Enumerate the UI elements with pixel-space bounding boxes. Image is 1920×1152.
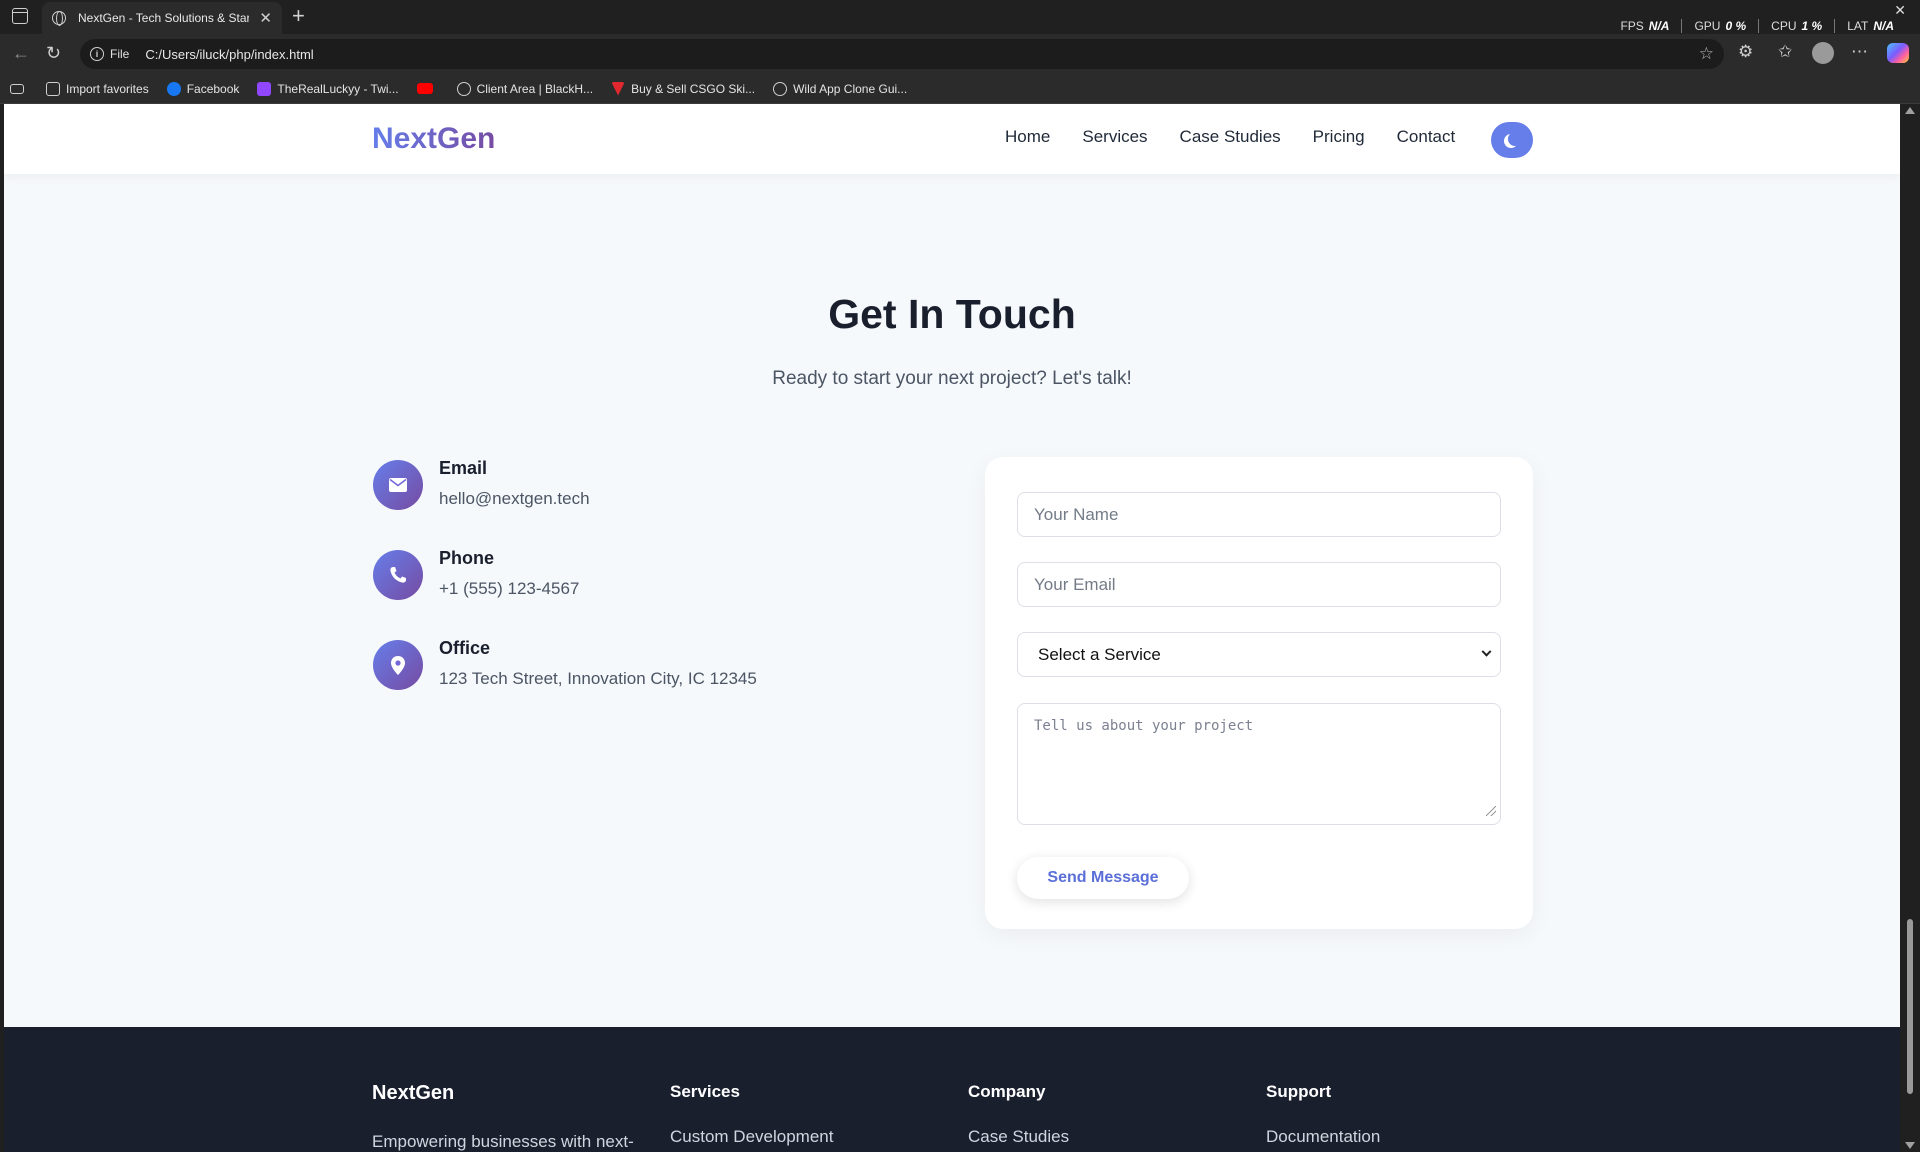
- scroll-thumb[interactable]: [1907, 919, 1913, 1094]
- main-nav: Home Services Case Studies Pricing Conta…: [1005, 127, 1487, 147]
- perf-cpu: CPU 1 %: [1758, 19, 1834, 33]
- nav-home[interactable]: Home: [1005, 127, 1050, 147]
- openai-icon: [773, 81, 788, 96]
- skinport-icon: [611, 81, 626, 96]
- url-text[interactable]: C:/Users/iluck/php/index.html: [145, 47, 313, 62]
- theme-toggle-button[interactable]: [1491, 122, 1533, 158]
- nav-contact[interactable]: Contact: [1397, 127, 1456, 147]
- address-scheme: File: [110, 47, 130, 61]
- nav-services[interactable]: Services: [1082, 127, 1147, 147]
- scroll-up-icon[interactable]: [1905, 107, 1915, 114]
- close-tab-icon[interactable]: ✕: [259, 9, 272, 27]
- reload-icon[interactable]: ↻: [46, 43, 61, 64]
- more-menu-icon[interactable]: ⋯: [1851, 42, 1868, 62]
- nav-pricing[interactable]: Pricing: [1313, 127, 1365, 147]
- footer-brand-column: NextGen Empowering businesses with next-: [372, 1082, 634, 1152]
- contact-form-card: Select a Service Send Message: [985, 457, 1533, 929]
- extensions-icon[interactable]: ⚙: [1738, 42, 1753, 62]
- reading-list-icon[interactable]: [10, 83, 30, 94]
- perf-gpu: GPU 0 %: [1681, 19, 1758, 33]
- copilot-icon[interactable]: [1887, 43, 1909, 63]
- bookmark-import-favorites[interactable]: Import favorites: [46, 81, 149, 96]
- bookmark-youtube[interactable]: [416, 83, 439, 94]
- new-tab-icon[interactable]: +: [292, 3, 305, 29]
- browser-tab-bar: NextGen - Tech Solutions & Startups ✕ + …: [0, 0, 1920, 34]
- perf-lat: LAT N/A: [1834, 19, 1906, 33]
- favorite-star-icon[interactable]: ☆: [1699, 44, 1714, 64]
- info-icon[interactable]: i: [90, 47, 104, 61]
- facebook-icon: [166, 81, 181, 96]
- tab-actions-icon[interactable]: [12, 8, 28, 24]
- site-logo[interactable]: NextGen: [372, 122, 495, 156]
- footer-brand: NextGen: [372, 1082, 455, 1104]
- footer-company-column: Company Case Studies: [968, 1082, 1069, 1147]
- phone-icon: [373, 550, 423, 600]
- send-message-button[interactable]: Send Message: [1017, 857, 1189, 899]
- contact-office-value: 123 Tech Street, Innovation City, IC 123…: [439, 669, 757, 688]
- address-bar[interactable]: i File C:/Users/iluck/php/index.html ☆: [80, 39, 1724, 69]
- footer-heading: Services: [670, 1082, 740, 1101]
- footer-description: Empowering businesses with next-: [372, 1132, 634, 1151]
- page-viewport: NextGen Home Services Case Studies Prici…: [4, 104, 1900, 1152]
- globe-icon: [52, 11, 66, 26]
- twitch-icon: [257, 81, 272, 96]
- site-header: NextGen Home Services Case Studies Prici…: [4, 104, 1900, 174]
- browser-tab[interactable]: NextGen - Tech Solutions & Startups ✕: [42, 2, 282, 34]
- contact-item-office: Office 123 Tech Street, Innovation City,…: [373, 638, 757, 690]
- contact-item-phone: Phone +1 (555) 123-4567: [373, 548, 580, 600]
- bookmark-client-area[interactable]: Client Area | BlackH...: [456, 81, 593, 96]
- footer-support-column: Support Documentation: [1266, 1082, 1380, 1147]
- browser-toolbar: ← ↻ i File C:/Users/iluck/php/index.html…: [0, 34, 1920, 74]
- bookmark-wild-app[interactable]: Wild App Clone Gui...: [773, 81, 907, 96]
- bookmarks-bar: Import favorites Facebook TheRealLuckyy …: [0, 74, 1920, 104]
- contact-label: Email: [439, 458, 488, 478]
- bookmark-twitch[interactable]: TheRealLuckyy - Twi...: [257, 81, 399, 96]
- message-textarea[interactable]: [1017, 703, 1501, 825]
- footer-link[interactable]: Case Studies: [968, 1127, 1069, 1147]
- window-close-icon[interactable]: ✕: [1894, 2, 1906, 19]
- footer-heading: Support: [1266, 1082, 1332, 1101]
- bookmark-csgo-skins[interactable]: Buy & Sell CSGO Ski...: [611, 81, 755, 96]
- moon-icon: [1508, 132, 1522, 146]
- service-select-value: Select a Service: [1038, 644, 1161, 664]
- tab-title: NextGen - Tech Solutions & Startups: [78, 11, 250, 25]
- site-footer: NextGen Empowering businesses with next-…: [4, 1027, 1900, 1152]
- contact-phone-value: +1 (555) 123-4567: [439, 579, 580, 598]
- contact-label: Office: [439, 638, 491, 658]
- contact-label: Phone: [439, 548, 495, 568]
- import-icon: [46, 81, 60, 96]
- name-input[interactable]: [1017, 492, 1501, 537]
- bookmark-facebook[interactable]: Facebook: [166, 81, 239, 96]
- envelope-icon: [373, 460, 423, 510]
- scroll-down-icon[interactable]: [1905, 1142, 1915, 1149]
- globe-icon: [456, 81, 471, 96]
- email-input[interactable]: [1017, 562, 1501, 607]
- footer-link[interactable]: Documentation: [1266, 1127, 1380, 1147]
- page-scrollbar[interactable]: [1900, 104, 1920, 1152]
- nav-case-studies[interactable]: Case Studies: [1180, 127, 1281, 147]
- performance-overlay: FPS N/A GPU 0 % CPU 1 % LAT N/A: [1608, 19, 1906, 33]
- chevron-down-icon: [1481, 646, 1492, 657]
- resize-handle-icon[interactable]: [1486, 806, 1496, 816]
- profile-avatar-icon[interactable]: [1812, 42, 1834, 64]
- contact-subtitle: Ready to start your next project? Let's …: [772, 368, 1132, 389]
- favorites-icon[interactable]: ✩: [1778, 42, 1792, 62]
- footer-link[interactable]: Custom Development: [670, 1127, 833, 1147]
- contact-title: Get In Touch: [828, 291, 1076, 337]
- footer-heading: Company: [968, 1082, 1046, 1101]
- footer-services-column: Services Custom Development: [670, 1082, 833, 1147]
- perf-fps: FPS N/A: [1620, 19, 1670, 33]
- youtube-icon: [416, 83, 433, 94]
- contact-item-email: Email hello@nextgen.tech: [373, 458, 590, 510]
- back-icon[interactable]: ←: [12, 43, 30, 64]
- contact-email-value: hello@nextgen.tech: [439, 489, 590, 508]
- map-pin-icon: [373, 640, 423, 690]
- service-select[interactable]: Select a Service: [1017, 632, 1501, 677]
